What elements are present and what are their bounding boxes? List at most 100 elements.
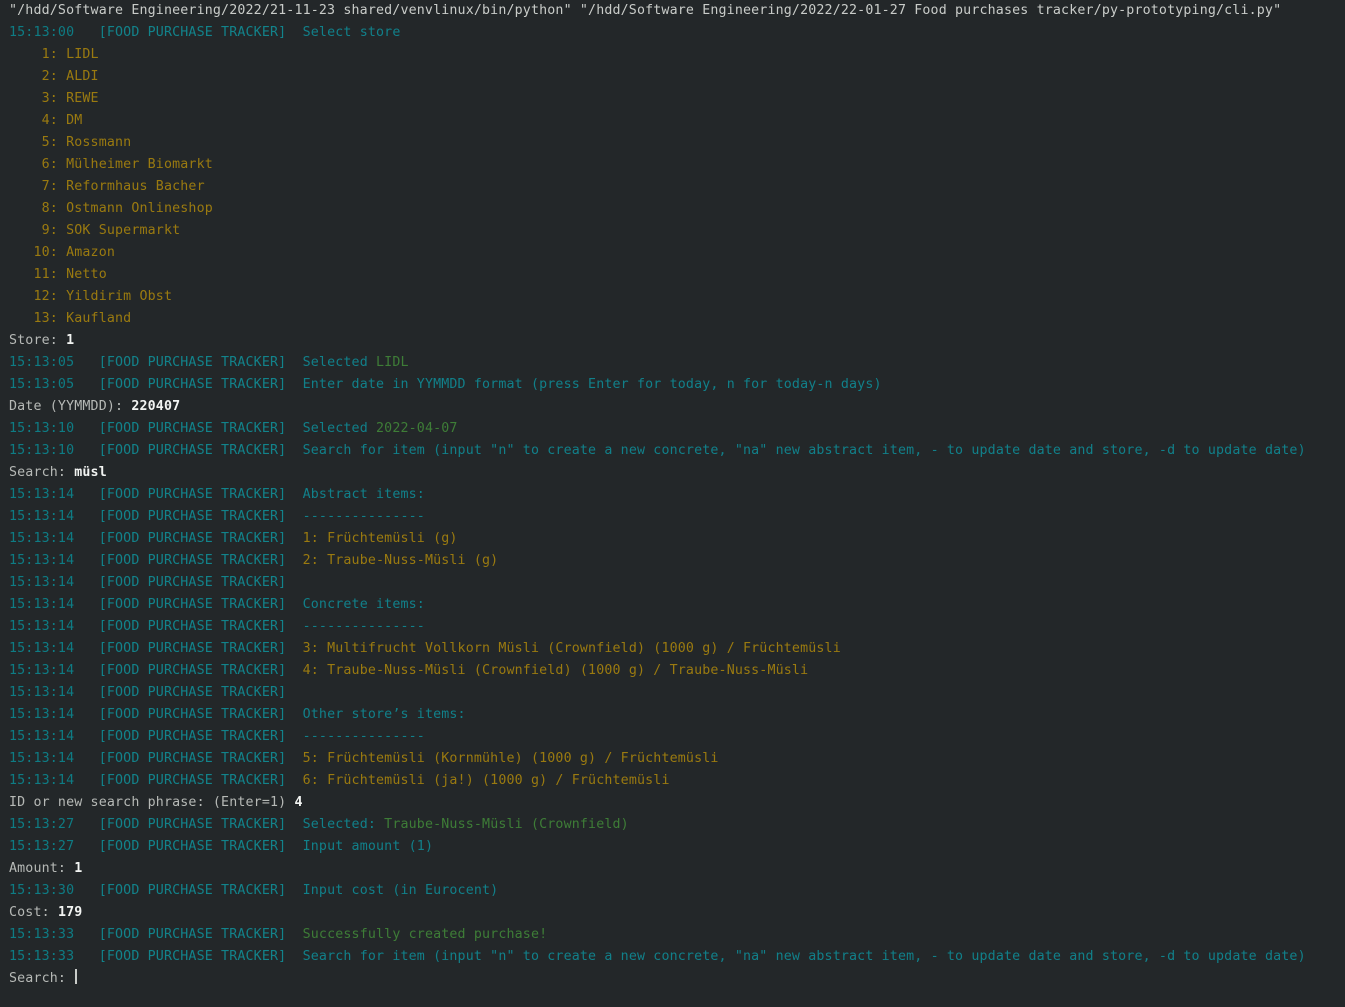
prompt-label: Search:: [9, 465, 75, 480]
log-tag: [FOOD PURCHASE TRACKER]: [74, 443, 287, 458]
store-list-item: 1: LIDL: [0, 44, 1345, 66]
log-timestamp: 15:13:14: [9, 509, 75, 524]
log-list-item: 6: Früchtemüsli (ja!) (1000 g) / Früchte…: [286, 773, 670, 788]
store-list-item-text: 1: LIDL: [9, 47, 99, 62]
log-timestamp: 15:13:14: [9, 685, 75, 700]
store-list-item-text: 7: Reformhaus Bacher: [9, 179, 205, 194]
log-line: 15:13:10 [FOOD PURCHASE TRACKER] Selecte…: [0, 418, 1345, 440]
log-tag: [FOOD PURCHASE TRACKER]: [74, 25, 287, 40]
prompt-input-value[interactable]: 1: [74, 861, 82, 876]
log-message: Selected:: [286, 817, 385, 832]
log-line: 15:13:14 [FOOD PURCHASE TRACKER] -------…: [0, 726, 1345, 748]
log-highlighted-value: 2022-04-07: [376, 421, 458, 436]
log-timestamp: 15:13:14: [9, 663, 75, 678]
store-list-item-text: 11: Netto: [9, 267, 107, 282]
store-list-item: 4: DM: [0, 110, 1345, 132]
log-timestamp: 15:13:10: [9, 421, 75, 436]
log-message: ---------------: [286, 729, 425, 744]
log-timestamp: 15:13:14: [9, 729, 75, 744]
log-tag: [FOOD PURCHASE TRACKER]: [74, 883, 287, 898]
prompt-label: Amount:: [9, 861, 75, 876]
log-line: 15:13:14 [FOOD PURCHASE TRACKER]: [0, 682, 1345, 704]
store-list-item: 7: Reformhaus Bacher: [0, 176, 1345, 198]
store-list-item-text: 9: SOK Supermarkt: [9, 223, 181, 238]
log-message: Concrete items:: [286, 597, 425, 612]
log-line: 15:13:14 [FOOD PURCHASE TRACKER] 3: Mult…: [0, 638, 1345, 660]
log-message: Selected: [286, 421, 377, 436]
store-list-item-text: 12: Yildirim Obst: [9, 289, 173, 304]
log-timestamp: 15:13:05: [9, 377, 75, 392]
terminal-window[interactable]: "/hdd/Software Engineering/2022/21-11-23…: [0, 0, 1345, 1007]
active-input-prompt-line[interactable]: Search:: [0, 968, 1345, 990]
store-list-item: 13: Kaufland: [0, 308, 1345, 330]
log-message: Abstract items:: [286, 487, 425, 502]
log-timestamp: 15:13:33: [9, 949, 75, 964]
log-line: 15:13:14 [FOOD PURCHASE TRACKER] Other s…: [0, 704, 1345, 726]
log-timestamp: 15:13:14: [9, 487, 75, 502]
input-prompt-line: Search: müsl: [0, 462, 1345, 484]
log-list-item: 5: Früchtemüsli (Kornmühle) (1000 g) / F…: [286, 751, 719, 766]
store-list-item: 5: Rossmann: [0, 132, 1345, 154]
log-line: 15:13:27 [FOOD PURCHASE TRACKER] Input a…: [0, 836, 1345, 858]
log-tag: [FOOD PURCHASE TRACKER]: [74, 839, 287, 854]
prompt-input-value[interactable]: 179: [58, 905, 82, 920]
prompt-label: Date (YYMMDD):: [9, 399, 132, 414]
log-line: 15:13:14 [FOOD PURCHASE TRACKER] Abstrac…: [0, 484, 1345, 506]
log-message: Input cost (in Eurocent): [286, 883, 499, 898]
log-timestamp: 15:13:27: [9, 817, 75, 832]
store-list-item: 8: Ostmann Onlineshop: [0, 198, 1345, 220]
prompt-input-value[interactable]: 1: [66, 333, 74, 348]
log-line: 15:13:14 [FOOD PURCHASE TRACKER] Concret…: [0, 594, 1345, 616]
store-list-item: 9: SOK Supermarkt: [0, 220, 1345, 242]
input-prompt-line: Store: 1: [0, 330, 1345, 352]
store-list-item-text: 3: REWE: [9, 91, 99, 106]
store-list-item-text: 8: Ostmann Onlineshop: [9, 201, 213, 216]
log-tag: [FOOD PURCHASE TRACKER]: [74, 487, 287, 502]
store-list-item: 11: Netto: [0, 264, 1345, 286]
log-tag: [FOOD PURCHASE TRACKER]: [74, 949, 287, 964]
log-timestamp: 15:13:14: [9, 531, 75, 546]
input-prompt-line: Amount: 1: [0, 858, 1345, 880]
text-cursor: [75, 969, 78, 984]
log-line: 15:13:14 [FOOD PURCHASE TRACKER] 1: Früc…: [0, 528, 1345, 550]
log-tag: [FOOD PURCHASE TRACKER]: [74, 817, 287, 832]
log-tag: [FOOD PURCHASE TRACKER]: [74, 575, 287, 590]
log-line: 15:13:30 [FOOD PURCHASE TRACKER] Input c…: [0, 880, 1345, 902]
log-message: Enter date in YYMMDD format (press Enter…: [286, 377, 882, 392]
log-list-item: 3: Multifrucht Vollkorn Müsli (Crownfiel…: [286, 641, 841, 656]
log-timestamp: 15:13:14: [9, 773, 75, 788]
prompt-input-value[interactable]: müsl: [74, 465, 107, 480]
store-list-item-text: 5: Rossmann: [9, 135, 132, 150]
log-timestamp: 15:13:14: [9, 641, 75, 656]
command-text: "/hdd/Software Engineering/2022/21-11-23…: [9, 3, 1282, 18]
log-tag: [FOOD PURCHASE TRACKER]: [74, 421, 287, 436]
log-line: 15:13:27 [FOOD PURCHASE TRACKER] Selecte…: [0, 814, 1345, 836]
log-line: 15:13:00 [FOOD PURCHASE TRACKER] Select …: [0, 22, 1345, 44]
log-timestamp: 15:13:14: [9, 619, 75, 634]
log-timestamp: 15:13:33: [9, 927, 75, 942]
log-list-item: 2: Traube-Nuss-Müsli (g): [286, 553, 499, 568]
log-list-item: 1: Früchtemüsli (g): [286, 531, 458, 546]
prompt-label: ID or new search phrase: (Enter=1): [9, 795, 295, 810]
log-highlighted-value: LIDL: [376, 355, 409, 370]
prompt-input-value[interactable]: 4: [294, 795, 302, 810]
store-list-item: 6: Mülheimer Biomarkt: [0, 154, 1345, 176]
log-message: Selected: [286, 355, 377, 370]
prompt-label: Store:: [9, 333, 67, 348]
prompt-input-value[interactable]: 220407: [131, 399, 180, 414]
log-timestamp: 15:13:14: [9, 751, 75, 766]
log-tag: [FOOD PURCHASE TRACKER]: [74, 355, 287, 370]
store-list-item: 10: Amazon: [0, 242, 1345, 264]
log-tag: [FOOD PURCHASE TRACKER]: [74, 531, 287, 546]
log-message: ---------------: [286, 509, 425, 524]
log-timestamp: 15:13:14: [9, 597, 75, 612]
log-message: ---------------: [286, 619, 425, 634]
input-prompt-line: Cost: 179: [0, 902, 1345, 924]
log-highlighted-value: Traube-Nuss-Müsli (Crownfield): [384, 817, 629, 832]
store-list-item-text: 13: Kaufland: [9, 311, 132, 326]
log-tag: [FOOD PURCHASE TRACKER]: [74, 641, 287, 656]
store-list-item: 2: ALDI: [0, 66, 1345, 88]
log-tag: [FOOD PURCHASE TRACKER]: [74, 729, 287, 744]
log-line: 15:13:14 [FOOD PURCHASE TRACKER] 4: Trau…: [0, 660, 1345, 682]
prompt-label: Cost:: [9, 905, 58, 920]
